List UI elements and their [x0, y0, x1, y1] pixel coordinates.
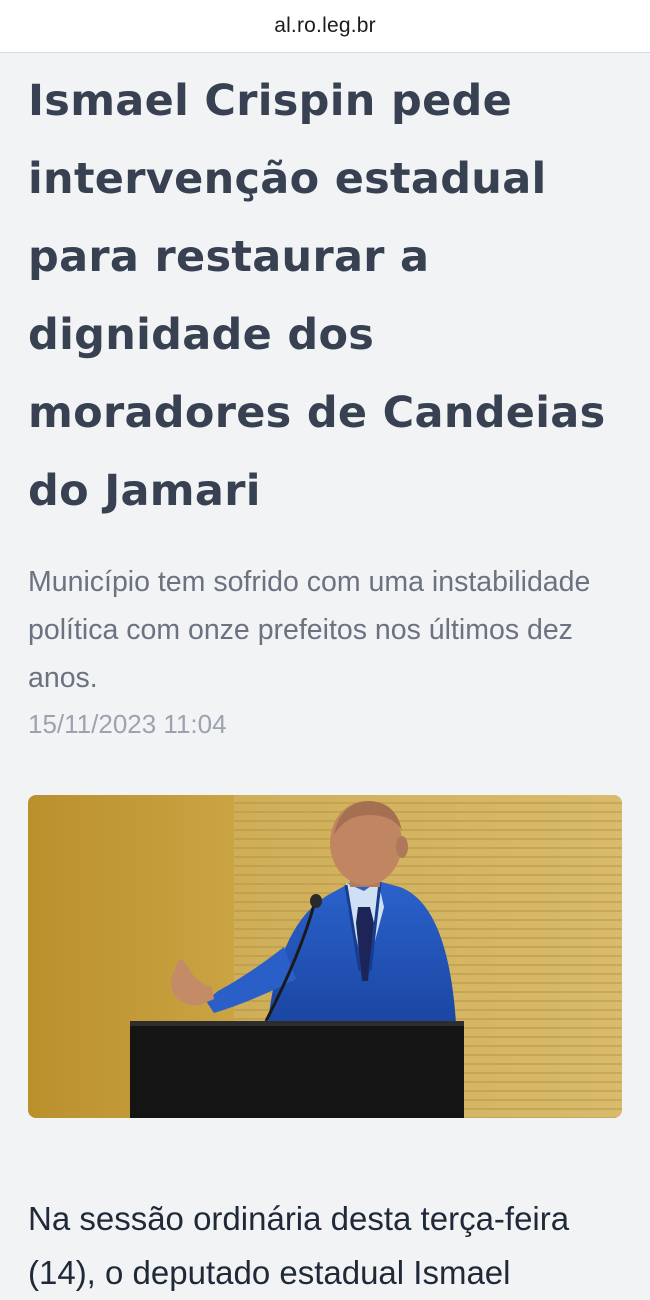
article-date: 15/11/2023 11:04 — [28, 709, 227, 739]
article-header: Ismael Crispin pede intervenção estadual… — [28, 62, 628, 744]
article-photo[interactable] — [28, 795, 622, 1118]
url-text[interactable]: al.ro.leg.br — [274, 14, 376, 38]
article-headline: Ismael Crispin pede intervenção estadual… — [28, 76, 606, 516]
article-subtitle: Município tem sofrido com uma instabilid… — [28, 566, 591, 694]
article-body: Na sessão ordinária desta terça-feira (1… — [28, 1200, 570, 1291]
address-bar[interactable]: al.ro.leg.br — [0, 0, 650, 53]
